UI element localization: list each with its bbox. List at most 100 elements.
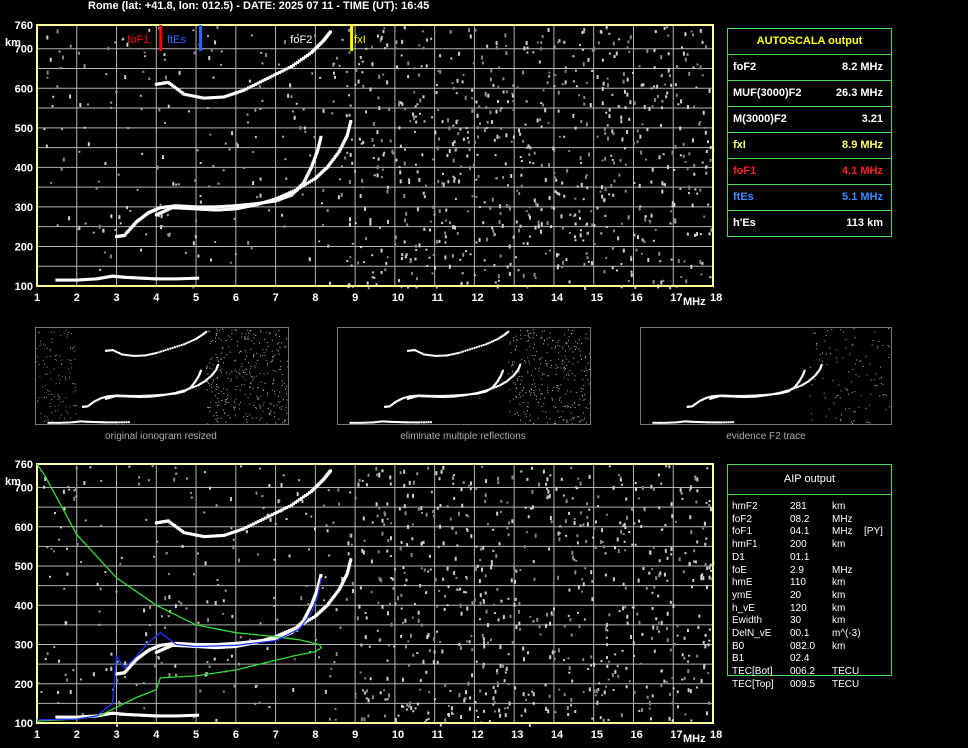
noise-dot	[347, 541, 350, 546]
noise-dot	[62, 55, 65, 60]
noise-dot	[416, 472, 419, 476]
noise-dot	[363, 206, 366, 211]
echo-point	[118, 712, 122, 716]
noise-dot	[378, 638, 381, 642]
noise-dot	[696, 63, 699, 66]
noise-dot	[693, 549, 696, 553]
noise-dot	[401, 102, 404, 106]
noise-dot	[635, 487, 638, 492]
noise-dot	[700, 578, 703, 581]
noise-dot	[432, 660, 435, 665]
noise-dot	[448, 221, 451, 224]
noise-dot	[120, 556, 123, 559]
noise-dot	[671, 720, 674, 723]
thumb-noise	[216, 330, 218, 332]
noise-dot	[455, 576, 458, 579]
thumb-noise	[213, 379, 215, 381]
thumb-noise	[218, 401, 220, 403]
thumb-noise	[530, 388, 532, 390]
echo-point	[349, 119, 353, 123]
thumb-noise	[49, 405, 51, 407]
thumb-noise	[59, 379, 61, 381]
noise-dot	[571, 550, 574, 555]
noise-dot	[426, 38, 429, 42]
noise-dot	[575, 85, 578, 88]
thumb-noise	[261, 354, 263, 356]
noise-dot	[222, 690, 225, 693]
echo-point	[313, 486, 317, 490]
noise-dot	[360, 717, 363, 722]
echo-point	[131, 661, 135, 665]
noise-dot	[522, 692, 525, 697]
noise-dot	[364, 611, 367, 614]
noise-dot	[514, 579, 517, 584]
noise-dot	[361, 178, 364, 183]
noise-dot	[699, 121, 702, 124]
noise-dot	[497, 476, 500, 481]
echo-point	[162, 714, 166, 718]
thumb-noise	[217, 386, 219, 388]
echo-point	[206, 643, 210, 647]
noise-dot	[582, 239, 585, 242]
noise-dot	[604, 214, 607, 217]
noise-dot	[229, 261, 232, 264]
noise-dot	[601, 528, 604, 533]
thumb-noise	[525, 413, 527, 415]
noise-dot	[582, 582, 585, 587]
thumb-echo	[199, 369, 202, 372]
noise-dot	[617, 236, 620, 241]
noise-dot	[678, 557, 681, 562]
thumb-noise	[279, 407, 281, 409]
thumb-echo	[169, 347, 172, 350]
noise-dot	[341, 576, 344, 581]
noise-dot	[658, 506, 661, 510]
noise-dot	[99, 268, 102, 271]
noise-dot	[400, 634, 403, 638]
noise-dot	[696, 489, 699, 493]
noise-dot	[673, 642, 676, 646]
noise-dot	[686, 232, 689, 236]
noise-dot	[693, 560, 696, 563]
noise-dot	[481, 61, 484, 65]
noise-dot	[412, 710, 415, 713]
noise-dot	[387, 219, 390, 224]
noise-dot	[435, 471, 438, 476]
noise-dot	[606, 124, 609, 127]
echo-point	[312, 597, 316, 601]
thumb-noise	[244, 394, 246, 396]
echo-point	[224, 533, 228, 537]
noise-dot	[576, 185, 579, 188]
noise-dot	[328, 554, 331, 557]
thumb-noise	[227, 335, 229, 337]
noise-dot	[667, 34, 670, 37]
thumb-noise	[38, 397, 40, 399]
thumb-noise	[49, 350, 51, 352]
noise-dot	[376, 173, 379, 178]
noise-dot	[124, 661, 127, 666]
echo-point	[132, 713, 136, 717]
noise-dot	[685, 279, 688, 284]
echo-point	[256, 520, 260, 524]
thumb-noise	[569, 347, 571, 349]
noise-dot	[631, 543, 634, 546]
x-tick-label: 6	[233, 292, 239, 304]
noise-dot	[553, 650, 556, 653]
noise-dot	[564, 69, 567, 73]
thumb-noise	[551, 389, 553, 391]
thumb-noise	[510, 352, 512, 354]
noise-dot	[322, 108, 325, 113]
noise-dot	[499, 108, 502, 112]
echo-point	[270, 637, 274, 641]
noise-dot	[390, 577, 393, 580]
noise-dot	[600, 540, 603, 545]
noise-dot	[493, 264, 496, 267]
noise-dot	[43, 485, 46, 489]
noise-dot	[417, 610, 420, 615]
thumb-noise	[534, 386, 536, 388]
echo-point	[240, 641, 244, 645]
thumb-noise	[41, 397, 43, 399]
noise-dot	[600, 660, 603, 663]
thumb-noise	[562, 410, 564, 412]
noise-dot	[708, 232, 711, 236]
echo-point	[118, 671, 122, 675]
